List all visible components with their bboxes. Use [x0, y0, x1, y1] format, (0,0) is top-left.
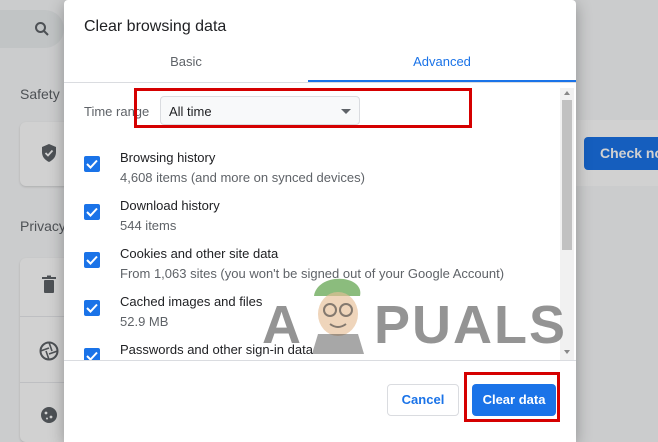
list-item-passwords: Passwords and other sign-in data	[84, 342, 544, 360]
scroll-down-icon[interactable]	[564, 350, 570, 354]
checkbox-browsing-history[interactable]	[84, 156, 100, 172]
item-subtitle: 52.9 MB	[120, 314, 169, 329]
checkbox-cookies[interactable]	[84, 252, 100, 268]
scroll-up-icon[interactable]	[564, 91, 570, 95]
list-item-cookies: Cookies and other site data From 1,063 s…	[84, 246, 544, 294]
item-subtitle: From 1,063 sites (you won't be signed ou…	[120, 266, 505, 281]
tab-divider	[64, 82, 576, 83]
data-types-list: Browsing history 4,608 items (and more o…	[64, 138, 576, 360]
item-title: Cookies and other site data	[120, 246, 279, 261]
list-scrollbar[interactable]	[560, 88, 574, 360]
tab-basic[interactable]: Basic	[64, 42, 308, 82]
item-title: Download history	[120, 198, 220, 213]
footer-divider	[64, 360, 576, 361]
item-title: Browsing history	[120, 150, 216, 165]
highlight-box-time-range	[134, 88, 472, 128]
checkmark-icon	[86, 159, 98, 169]
checkmark-icon	[86, 255, 98, 265]
tab-advanced[interactable]: Advanced	[308, 42, 576, 82]
list-item-browsing-history: Browsing history 4,608 items (and more o…	[84, 150, 544, 198]
item-subtitle: 4,608 items (and more on synced devices)	[120, 170, 365, 185]
cancel-button[interactable]: Cancel	[387, 384, 459, 416]
item-title: Passwords and other sign-in data	[120, 342, 313, 357]
item-title: Cached images and files	[120, 294, 263, 309]
list-item-cached-images: Cached images and files 52.9 MB	[84, 294, 544, 342]
checkbox-passwords[interactable]	[84, 348, 100, 360]
list-item-download-history: Download history 544 items	[84, 198, 544, 246]
checkbox-download-history[interactable]	[84, 204, 100, 220]
clear-browsing-data-dialog: Clear browsing data Basic Advanced Time …	[64, 0, 576, 442]
checkmark-icon	[86, 207, 98, 217]
checkmark-icon	[86, 351, 98, 360]
scrollbar-thumb[interactable]	[562, 100, 572, 250]
checkmark-icon	[86, 303, 98, 313]
checkbox-cached-images[interactable]	[84, 300, 100, 316]
dialog-title: Clear browsing data	[84, 18, 227, 35]
item-subtitle: 544 items	[120, 218, 177, 233]
highlight-box-clear-data	[464, 372, 560, 422]
